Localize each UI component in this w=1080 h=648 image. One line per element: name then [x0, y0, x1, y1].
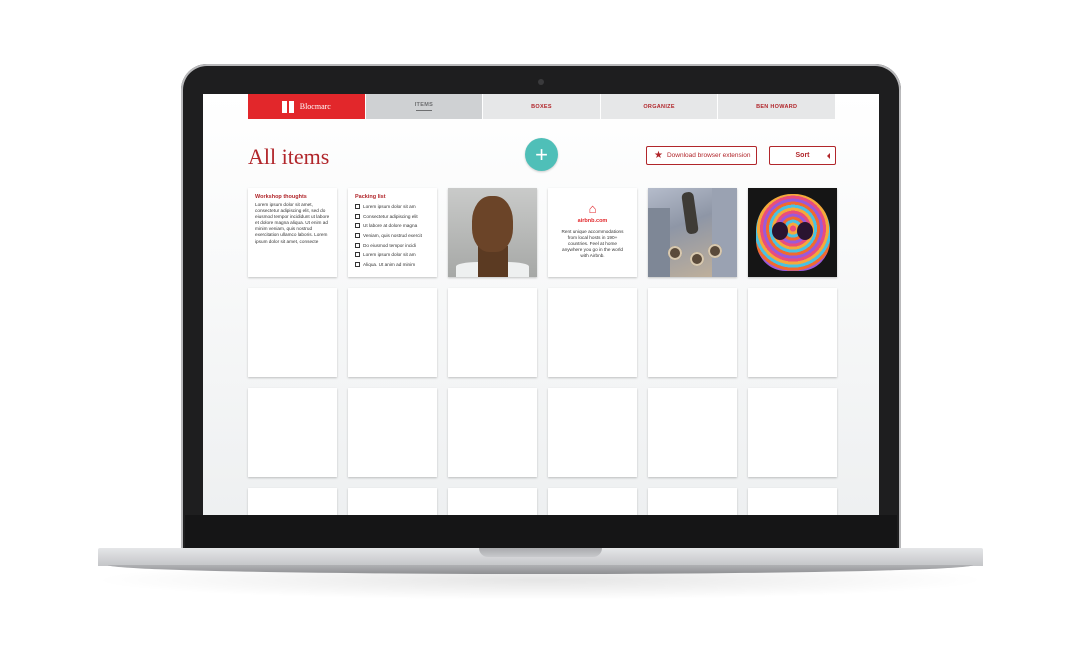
tab-items-label: ITEMS — [414, 102, 434, 108]
empty-card[interactable] — [448, 488, 537, 515]
tab-items[interactable]: ITEMS — [365, 94, 483, 119]
checklist-card[interactable]: Packing list Lorem ipsum dolor sit am Co… — [348, 188, 437, 277]
airbnb-logo-icon: ⌂ — [588, 201, 597, 216]
photo-head — [472, 196, 513, 252]
laptop-notch — [479, 548, 602, 557]
star-icon: ★ — [654, 149, 663, 161]
photo-building — [712, 188, 737, 277]
checkbox-icon[interactable] — [355, 204, 360, 210]
sort-dropdown[interactable]: Sort — [769, 146, 836, 165]
checklist-item[interactable]: Do eiusmod tempor incidi — [348, 240, 437, 250]
note-card[interactable]: Workshop thoughts Lorem ipsum dolor sit … — [248, 188, 337, 277]
checklist-item[interactable]: Lorem ipsum dolor sit am — [348, 202, 437, 212]
checklist-item-label: Aliqua. Ut anim ad minim — [363, 261, 416, 267]
checkbox-icon[interactable] — [355, 233, 360, 239]
empty-card[interactable] — [348, 388, 437, 477]
sort-label: Sort — [795, 152, 810, 159]
checklist-item-label: Do eiusmod tempor incidi — [363, 242, 416, 248]
checklist-item-label: Consectetur adipiscing elit — [363, 213, 418, 219]
checklist-title: Packing list — [355, 194, 386, 200]
portrait-photo-card[interactable] — [448, 188, 537, 277]
empty-card[interactable] — [348, 288, 437, 377]
checklist-item-label: Lorem ipsum dolor sit am — [363, 252, 416, 258]
photo-building — [648, 208, 670, 277]
checkbox-icon[interactable] — [355, 261, 360, 267]
checklist-item[interactable]: Lorem ipsum dolor sit am — [348, 250, 437, 260]
empty-card[interactable] — [348, 488, 437, 515]
add-item-button[interactable]: + — [525, 138, 558, 171]
empty-card[interactable] — [748, 288, 837, 377]
tab-boxes-label: BOXES — [531, 103, 552, 110]
empty-card[interactable] — [648, 288, 737, 377]
app-screen: Blocmarc ITEMS BOXES ORGANIZE BEN HOWARD… — [203, 94, 879, 515]
checklist-item-label: Lorem ipsum dolor sit am — [363, 204, 416, 210]
tab-user-label: BEN HOWARD — [756, 103, 798, 110]
tab-organize[interactable]: ORGANIZE — [600, 94, 718, 119]
empty-card[interactable] — [548, 288, 637, 377]
photo-eye — [772, 222, 788, 240]
checkbox-icon[interactable] — [355, 242, 360, 248]
top-nav: Blocmarc ITEMS BOXES ORGANIZE BEN HOWARD — [248, 94, 835, 119]
empty-card[interactable] — [448, 388, 537, 477]
empty-card[interactable] — [548, 388, 637, 477]
box-logo-icon — [281, 100, 294, 113]
city-photo — [648, 188, 737, 277]
caret-left-icon — [827, 153, 830, 159]
active-tab-underline — [415, 110, 432, 111]
laptop-mockup: Blocmarc ITEMS BOXES ORGANIZE BEN HOWARD… — [0, 0, 1080, 648]
note-title: Workshop thoughts — [255, 194, 307, 200]
skull-art-image — [748, 188, 837, 277]
empty-card[interactable] — [548, 488, 637, 515]
airbnb-preview: ⌂ airbnb.com Rent unique accommodations … — [548, 188, 637, 259]
photo-lamp — [708, 244, 722, 258]
portrait-photo — [448, 188, 537, 277]
download-extension-button[interactable]: ★ Download browser extension — [646, 146, 757, 165]
page-title: All items — [248, 144, 330, 169]
photo-lamp — [668, 246, 682, 260]
tab-boxes[interactable]: BOXES — [483, 94, 600, 119]
empty-card[interactable] — [648, 388, 737, 477]
checklist-item-label: Ut labore at dolore magna — [363, 223, 418, 229]
download-extension-label: Download browser extension — [666, 152, 751, 159]
items-grid: Workshop thoughts Lorem ipsum dolor sit … — [248, 188, 837, 515]
brand-name: Blocmarc — [299, 102, 331, 111]
checklist-item[interactable]: Consectetur adipiscing elit — [348, 212, 437, 222]
checkbox-icon[interactable] — [355, 223, 360, 229]
photo-skull-shape — [756, 194, 830, 271]
city-photo-card[interactable] — [648, 188, 737, 277]
plus-icon: + — [535, 142, 548, 167]
empty-card[interactable] — [748, 388, 837, 477]
photo-eye — [797, 222, 813, 240]
empty-card[interactable] — [648, 488, 737, 515]
photo-lamp — [690, 252, 704, 266]
tab-user-profile[interactable]: BEN HOWARD — [718, 94, 835, 119]
checklist-item[interactable]: Aliqua. Ut anim ad minim — [348, 260, 437, 270]
empty-card[interactable] — [448, 288, 537, 377]
checklist-item[interactable]: Veniam, quis nostrud exercit — [348, 231, 437, 241]
note-body: Lorem ipsum dolor sit amet, consectetur … — [255, 202, 330, 244]
checklist-item[interactable]: Ut labore at dolore magna — [348, 221, 437, 231]
empty-card[interactable] — [748, 488, 837, 515]
camera-icon — [538, 79, 544, 85]
empty-card[interactable] — [248, 388, 337, 477]
checkbox-icon[interactable] — [355, 213, 360, 219]
airbnb-link-card[interactable]: ⌂ airbnb.com Rent unique accommodations … — [548, 188, 637, 277]
tab-organize-label: ORGANIZE — [643, 103, 675, 110]
checklist-item-label: Veniam, quis nostrud exercit — [363, 233, 422, 239]
laptop-chin — [185, 515, 897, 548]
checkbox-icon[interactable] — [355, 252, 360, 258]
link-description: Rent unique accommodations from local ho… — [561, 229, 624, 258]
empty-card[interactable] — [248, 288, 337, 377]
skull-art-card[interactable] — [748, 188, 837, 277]
photo-statue — [681, 191, 699, 235]
brand-logo[interactable]: Blocmarc — [248, 94, 365, 119]
empty-card[interactable] — [248, 488, 337, 515]
